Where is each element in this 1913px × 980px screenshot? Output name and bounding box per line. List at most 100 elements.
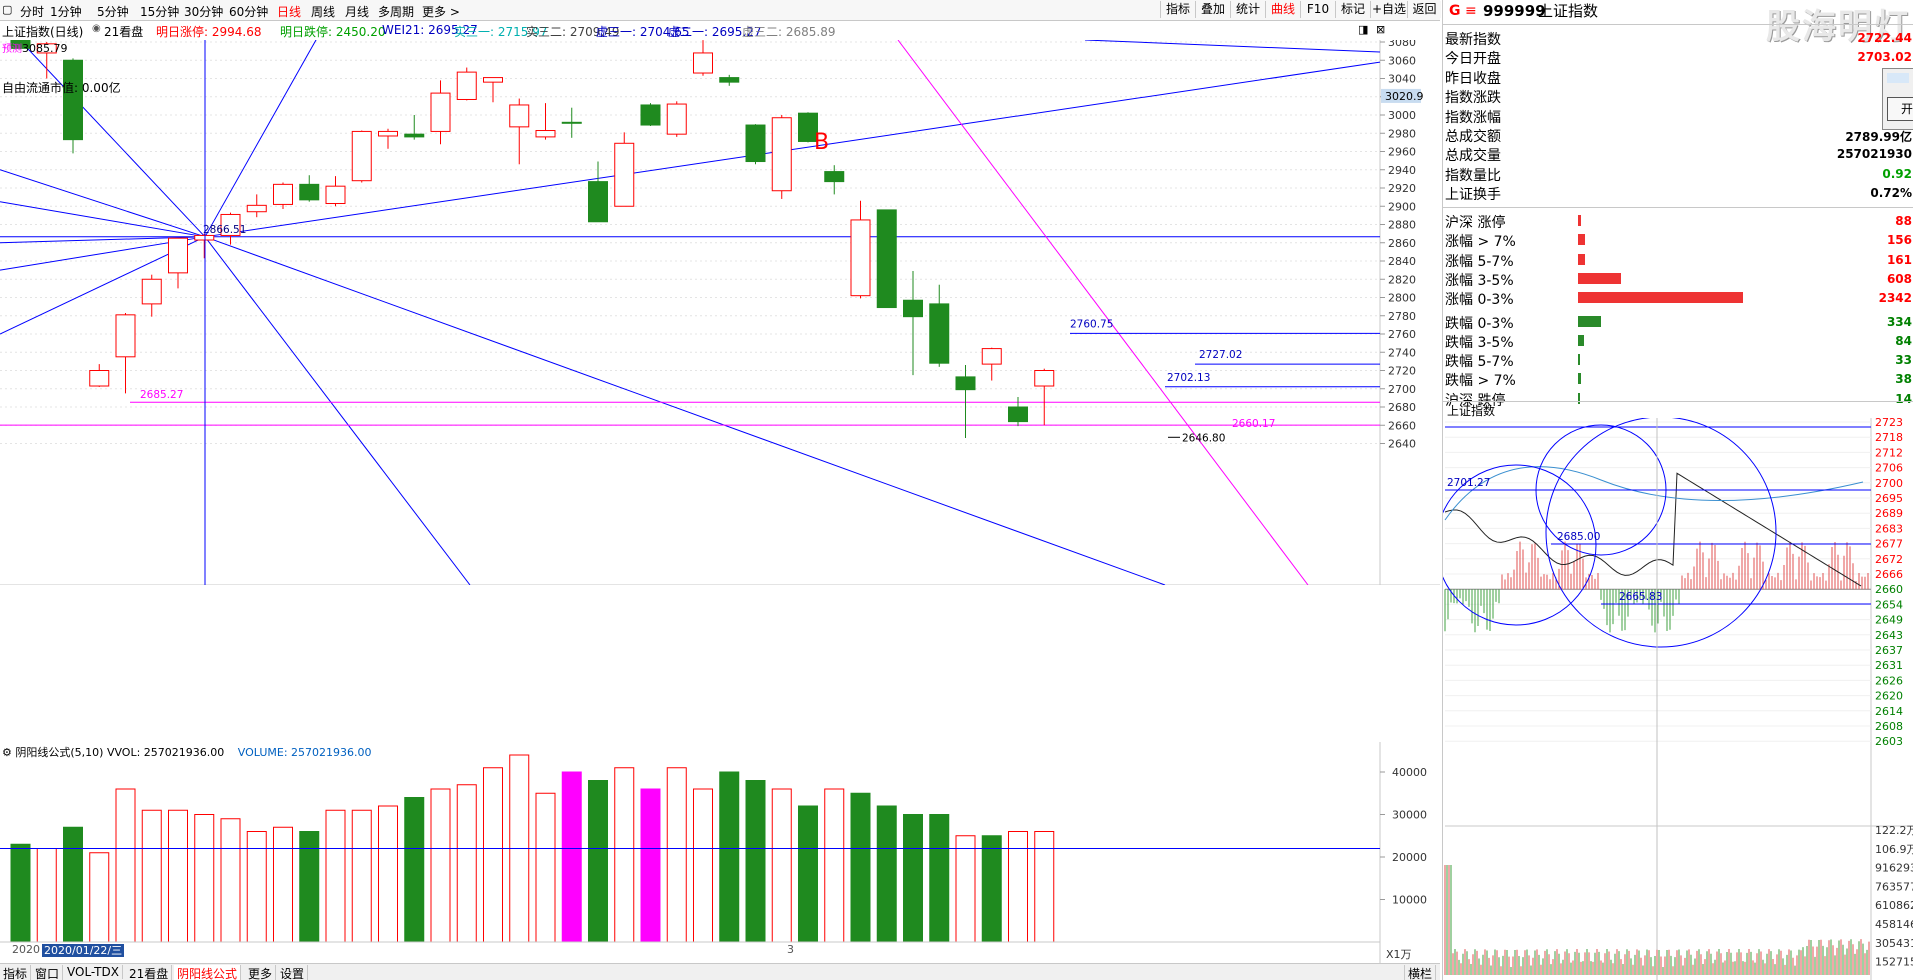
intraday-y-label: 2695 [1875, 492, 1903, 505]
chart-annotation: 2727.02 [1199, 349, 1242, 361]
quote-value: 2789.99亿 [1845, 130, 1912, 144]
button-curve[interactable]: 曲线 [1265, 1, 1300, 18]
volume-bar [220, 818, 241, 943]
breadth-up-bar [1578, 253, 1585, 265]
volume-bar [325, 809, 346, 943]
tab-period-5min[interactable]: 5分钟 [97, 3, 129, 20]
panel-close-icon[interactable]: ⊠ [1376, 23, 1385, 36]
float-cap-label: 自由流通市值: 0.00亿 [2, 80, 121, 95]
intraday-y-label: 2677 [1875, 538, 1903, 551]
plot-area [0, 40, 1380, 585]
tab-indicator[interactable]: 指标 [0, 965, 32, 980]
breadth-up-value: 608 [1886, 271, 1912, 286]
tab-period-monthly[interactable]: 月线 [345, 3, 369, 20]
breadth-up-bar [1578, 272, 1621, 284]
intraday-y-label: 2649 [1875, 614, 1903, 627]
toolbar-square-icon[interactable]: ▢ [2, 3, 12, 16]
volume-bar [588, 780, 608, 943]
button-indicator[interactable]: 指标 [1160, 1, 1195, 18]
panel-dock-icon[interactable]: ◨ [1358, 23, 1368, 36]
intraday-chart[interactable]: 2723 2718 2712 2706 2700 2695 2689 2683 2677 2672… [1443, 418, 1913, 980]
quote-value: 0.72% [1870, 186, 1912, 201]
intraday-y-label: 2666 [1875, 568, 1903, 581]
candle-body-down [745, 124, 766, 163]
button-overlay[interactable]: 叠加 [1195, 1, 1230, 18]
tab-settings[interactable]: 设置 [277, 965, 309, 980]
y-tick-label: 3040 [1388, 73, 1416, 86]
popup-dialog: ✕ 开始 [1882, 68, 1913, 130]
intraday-y-label: 2712 [1875, 446, 1903, 459]
tab-multi-period[interactable]: 多周期 [378, 3, 414, 20]
volume-bar [456, 784, 477, 943]
breadth-down-value: 14 [1895, 391, 1912, 406]
tab-yinyang-formula[interactable]: 阴阳线公式 [174, 965, 242, 980]
book-label[interactable]: 21看盘 [104, 23, 143, 40]
tab-window[interactable]: 窗口 [32, 965, 64, 980]
indicator-infobar: 上证指数(日线) ◉ 21看盘 明日涨停: 2994.68 明日跌停: 2450.… [0, 21, 1390, 39]
quote-value: 0.92 [1882, 166, 1912, 181]
candle-body-down [824, 171, 845, 183]
tab-more-bottom[interactable]: 更多 [245, 965, 277, 980]
vol-y-tick-label: 10000 [1392, 894, 1427, 907]
volume-chart[interactable]: 40000 30000 20000 10000 X1万 [0, 742, 1440, 963]
period-toolbar: ▢ 分时 1分钟 5分钟 15分钟 30分钟 60分钟 日线 周线 月线 多周期… [0, 0, 1441, 21]
intraday-y-label: 2603 [1875, 735, 1903, 748]
intraday-y-label: 2660 [1875, 583, 1903, 596]
tab-more[interactable]: 更多 > [422, 3, 460, 20]
button-statistics[interactable]: 统计 [1230, 1, 1265, 18]
candle-body-up [89, 370, 110, 387]
tab-21kanpan[interactable]: 21看盘 [126, 965, 173, 980]
start-button[interactable]: 开始 [1887, 97, 1913, 121]
breadth-up-label: 涨幅 0-3% [1445, 292, 1514, 309]
candle-body-down [719, 77, 740, 83]
candle-body-up [1034, 370, 1055, 387]
volume-bar [771, 788, 792, 943]
chart-annotation: 2760.75 [1070, 318, 1113, 330]
menu-icon[interactable]: ≡ [1465, 4, 1477, 18]
tab-period-daily[interactable]: 日线 [277, 3, 301, 20]
chart-annotation: 2660.17 [1232, 418, 1275, 430]
breadth-down-value: 334 [1886, 314, 1912, 329]
breadth-up-value: 156 [1886, 233, 1912, 248]
app-window: ▢ 分时 1分钟 5分钟 15分钟 30分钟 60分钟 日线 周线 月线 多周期… [0, 0, 1913, 980]
button-back[interactable]: 返回 [1407, 1, 1441, 18]
stock-name: 上证指数 [1538, 2, 1599, 20]
tab-period-15min[interactable]: 15分钟 [140, 3, 179, 20]
volume-bar [798, 805, 818, 943]
breadth-up-value: 161 [1886, 252, 1912, 267]
tab-period-60min[interactable]: 60分钟 [229, 3, 268, 20]
intraday-annotation: 2701.27 [1447, 477, 1490, 489]
y-tick-label: 2720 [1388, 365, 1416, 378]
button-f10[interactable]: F10 [1300, 1, 1335, 18]
y-tick-label: 2820 [1388, 273, 1416, 286]
quote-label: 最新指数 [1445, 32, 1501, 48]
breadth-down-bar [1578, 315, 1602, 327]
group-icon[interactable]: G [1449, 4, 1461, 18]
candle-body-down [561, 121, 582, 124]
tab-period-weekly[interactable]: 周线 [311, 3, 335, 20]
intraday-y-label: 2608 [1875, 720, 1903, 733]
candlestick-chart[interactable]: 3080306030403020300029802960294029202900… [0, 40, 1440, 585]
candle-body-up [771, 117, 792, 192]
breadth-down-label: 跌幅 0-3% [1445, 315, 1514, 332]
intraday-y-label: 2626 [1875, 674, 1903, 687]
tab-period-fenshi[interactable]: 分时 [20, 3, 44, 20]
horizontal-bar-toggle[interactable]: 横栏 [1404, 965, 1437, 980]
volume-bar [745, 780, 766, 943]
candle-body-up [535, 130, 556, 138]
crosshair-date-label: 2020/01/22/三 [42, 944, 125, 957]
button-add-watchlist[interactable]: +自选 [1370, 1, 1407, 18]
button-mark[interactable]: 标记 [1335, 1, 1370, 18]
chart-annotation: 2866.51 [203, 224, 246, 236]
candle-body-down [588, 181, 608, 223]
candle-body-down [640, 104, 661, 126]
y-tick-label: 2760 [1388, 328, 1416, 341]
tab-vol-tdx[interactable]: VOL-TDX [64, 965, 123, 979]
tab-period-1min[interactable]: 1分钟 [50, 3, 82, 20]
intraday-y-label: 2620 [1875, 690, 1903, 703]
tab-period-30min[interactable]: 30分钟 [184, 3, 223, 20]
intraday-y-label: 2654 [1875, 598, 1903, 611]
y-tick-label: 3000 [1388, 109, 1416, 122]
y-tick-label: 2980 [1388, 127, 1416, 140]
quote-label: 今日开盘 [1445, 51, 1501, 68]
